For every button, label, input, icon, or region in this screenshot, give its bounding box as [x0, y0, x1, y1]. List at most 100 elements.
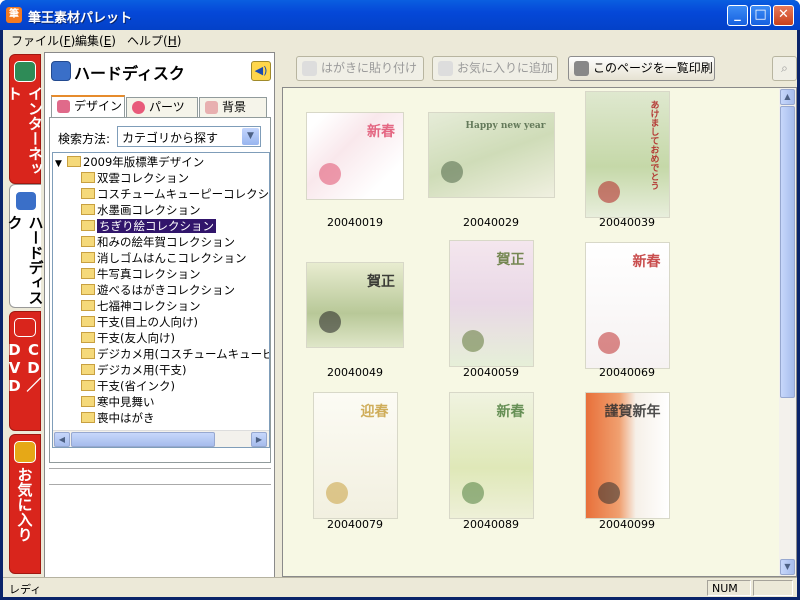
side-tab-harddisk[interactable]: ハードディスク: [6, 184, 45, 308]
tree-item[interactable]: 七福神コレクション: [81, 298, 201, 314]
side-tab-favorites[interactable]: お気に入り: [9, 434, 41, 574]
thumbnail-artwork-text: 新春: [632, 254, 661, 270]
scroll-up-button[interactable]: ▲: [780, 89, 795, 105]
harddisk-icon: [14, 191, 37, 211]
search-button[interactable]: ⌕: [772, 56, 797, 81]
minimize-button[interactable]: _: [727, 5, 748, 26]
window-title: 筆王素材パレット: [28, 11, 133, 26]
tree-item[interactable]: 消しゴムはんこコレクション: [81, 250, 247, 266]
tree-item[interactable]: デジカメ用(コスチュームキューピーコ: [81, 346, 269, 362]
scroll-thumb[interactable]: [780, 106, 795, 398]
harddisk-icon: [51, 61, 71, 81]
tree-item[interactable]: 喪中はがき: [81, 410, 155, 426]
design-tab-icon: [57, 100, 70, 113]
search-method-value: カテゴリから探す: [122, 131, 219, 145]
thumbnail-caption: 20040049: [327, 366, 383, 379]
folder-icon: [81, 300, 95, 311]
folder-icon: [81, 332, 95, 343]
thumbnail-motif: [597, 332, 620, 354]
folder-icon: [81, 316, 95, 327]
tree-item[interactable]: ちぎり絵コレクション: [81, 218, 216, 234]
menu-file[interactable]: ファイル(F): [11, 32, 75, 49]
tree-item[interactable]: 和みの絵年賀コレクション: [81, 234, 235, 250]
thumbnail-motif: [597, 482, 620, 504]
status-text: レディ: [9, 583, 42, 596]
thumbnail-artwork-text: 賀正: [496, 252, 525, 268]
tree-root[interactable]: ▼ 2009年版標準デザイン: [55, 154, 204, 170]
star-icon: [14, 441, 36, 463]
printer-icon: [574, 61, 589, 76]
tab-background[interactable]: 背景: [199, 97, 267, 117]
tree-item[interactable]: 遊べるはがきコレクション: [81, 282, 235, 298]
side-tab-internet[interactable]: インターネット: [5, 54, 44, 184]
search-method-select[interactable]: カテゴリから探す ▼: [117, 126, 261, 147]
tree-item[interactable]: デジカメ用(干支): [81, 362, 186, 378]
folder-icon: [81, 364, 95, 375]
tab-design[interactable]: デザイン: [51, 95, 125, 118]
category-tree[interactable]: ▼2009年版標準デザイン 双雲コレクションコスチュームキューピーコレクション水…: [52, 152, 270, 448]
thumbnail-image[interactable]: 賀正: [448, 240, 534, 367]
title-bar[interactable]: 筆 筆王素材パレット _ □ ✕: [0, 0, 800, 30]
tree-item-label: コスチュームキューピーコレクション: [97, 187, 270, 201]
thumbnail-image[interactable]: 新春: [584, 242, 670, 369]
side-tab-favorites-label: お気に入り: [15, 467, 34, 542]
search-method-label: 検索方法:: [58, 132, 111, 146]
tree-horizontal-scrollbar[interactable]: ◀ ▶: [53, 430, 269, 447]
tab-parts[interactable]: パーツ: [126, 97, 198, 117]
thumbnail-caption: 20040059: [463, 366, 519, 379]
gallery-vertical-scrollbar[interactable]: ▲ ▼: [779, 88, 796, 576]
tree-item[interactable]: 干支(友人向け): [81, 330, 175, 346]
folder-icon: [81, 172, 95, 183]
folder-icon: [67, 156, 81, 167]
menu-edit[interactable]: 編集(E): [75, 32, 116, 49]
thumbnail-item[interactable]: 新春 20040089: [421, 88, 561, 531]
thumbnail-item[interactable]: 迎春 20040079: [285, 88, 425, 531]
tree-item[interactable]: 干支(目上の人向け): [81, 314, 198, 330]
menu-help[interactable]: ヘルプ(H): [127, 32, 181, 49]
print-page-list-button[interactable]: このページを一覧印刷: [568, 56, 715, 81]
folder-icon: [81, 252, 95, 263]
thumbnail-image[interactable]: 賀正: [306, 262, 404, 348]
folder-icon: [81, 220, 95, 231]
thumbnail-image[interactable]: 新春: [448, 392, 534, 519]
thumbnail-caption: 20040069: [599, 366, 655, 379]
status-panel: [753, 580, 793, 596]
tree-item-label: 干支(友人向け): [97, 331, 175, 345]
tree-item-label: 干支(省インク): [97, 379, 175, 393]
tree-item-label: デジカメ用(コスチュームキューピーコ: [97, 347, 269, 361]
side-tab-harddisk-label: ハードディスク: [5, 214, 45, 305]
tree-item-label: 遊べるはがきコレクション: [97, 283, 235, 297]
tree-item[interactable]: 双雲コレクション: [81, 170, 189, 186]
paste-to-postcard-button[interactable]: はがきに貼り付け: [296, 56, 424, 81]
scroll-down-button[interactable]: ▼: [780, 559, 795, 575]
menu-bar: ファイル(F) 編集(E) ヘルプ(H): [3, 30, 797, 49]
thumbnail-image[interactable]: 迎春: [312, 392, 398, 519]
internet-icon: [14, 61, 36, 82]
tree-item[interactable]: 牛写真コレクション: [81, 266, 201, 282]
scroll-thumb[interactable]: [71, 432, 215, 447]
folder-icon: [81, 188, 95, 199]
tree-item[interactable]: 水墨画コレクション: [81, 202, 201, 218]
collapse-icon[interactable]: ▼: [55, 156, 67, 172]
category-tabs: デザイン パーツ 背景: [49, 95, 269, 118]
scroll-right-button[interactable]: ▶: [251, 432, 267, 447]
tree-item[interactable]: コスチュームキューピーコレクション: [81, 186, 270, 202]
maximize-button[interactable]: □: [750, 5, 771, 26]
close-button[interactable]: ✕: [773, 5, 794, 26]
tree-item[interactable]: 干支(省インク): [81, 378, 175, 394]
chevron-down-icon[interactable]: ▼: [242, 128, 259, 145]
folder-icon: [81, 412, 95, 423]
thumbnail-image[interactable]: 謹賀新年: [584, 392, 670, 519]
thumbnail-motif: [325, 482, 348, 504]
tree-item-label: 喪中はがき: [97, 411, 155, 425]
side-tab-cd-dvd[interactable]: CD／DVD: [6, 311, 43, 431]
left-pane-bottom-row: [49, 469, 271, 485]
tree-item-label: デジカメ用(干支): [97, 363, 187, 377]
scroll-left-button[interactable]: ◀: [54, 432, 70, 447]
design-tab-panel: 検索方法: カテゴリから探す ▼ ▼ 2009年版標準デザイン 双雲コレクションコ…: [49, 117, 271, 463]
speaker-icon[interactable]: ◀): [251, 61, 271, 81]
add-favorite-button[interactable]: お気に入りに追加: [432, 56, 558, 81]
thumbnail-item[interactable]: 謹賀新年 20040099: [557, 88, 697, 531]
side-tab-rail: インターネット ハードディスク CD／DVD お気に入り: [5, 52, 45, 579]
tree-item[interactable]: 寒中見舞い: [81, 394, 155, 410]
